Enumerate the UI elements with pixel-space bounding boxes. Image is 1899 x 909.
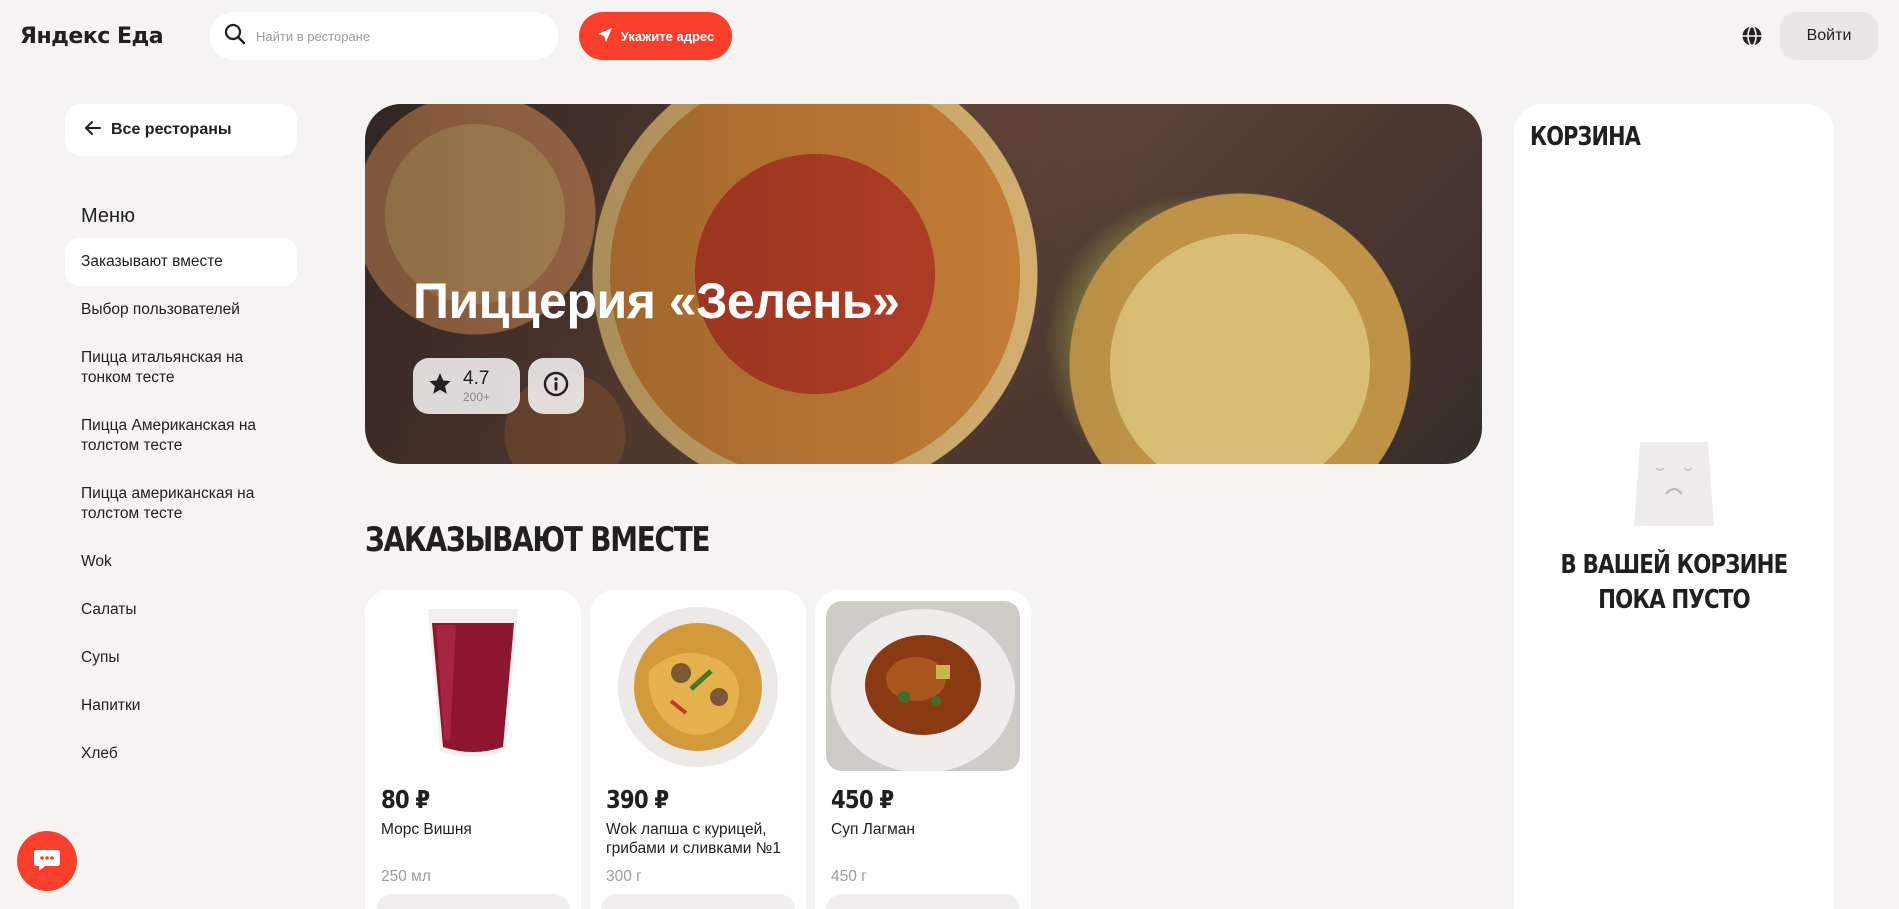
product-weight: 300 г <box>606 868 642 885</box>
cart-empty-line1: В ВАШЕЙ КОРЗИНЕ <box>1560 550 1789 580</box>
menu-title: Меню <box>81 205 136 227</box>
product-card[interactable]: 450 ₽ Суп Лагман 450 г <box>815 590 1031 909</box>
yandex-eda-logo[interactable]: Яндекс Еда <box>20 20 164 52</box>
set-address-label: Укажите адрес <box>620 28 715 44</box>
product-name: Морс Вишня <box>381 821 472 838</box>
add-to-cart-button[interactable] <box>601 894 795 909</box>
menu-item-soups[interactable]: Супы <box>65 634 297 682</box>
cart-empty-message: В ВАШЕЙ КОРЗИНЕ ПОКА ПУСТО <box>1543 548 1805 618</box>
add-to-cart-button[interactable] <box>826 894 1020 909</box>
product-card[interactable]: 390 ₽ Wok лапша с курицей, грибами и сли… <box>590 590 806 909</box>
restaurant-hero-banner: Пиццерия «Зелень» 4.7 200+ <box>365 104 1482 464</box>
product-card[interactable]: 80 ₽ Морс Вишня 250 мл <box>365 590 581 909</box>
product-price: 80 ₽ <box>381 785 430 814</box>
navigation-arrow-icon <box>597 27 613 46</box>
cart-empty-line2: ПОКА ПУСТО <box>1598 585 1751 615</box>
menu-item-american-thick-pizza[interactable]: Пицца Американская на толстом тесте <box>65 402 297 470</box>
menu-item-salads[interactable]: Салаты <box>65 586 297 634</box>
menu-item-users-choice[interactable]: Выбор пользователей <box>65 286 297 334</box>
menu-category-list: Заказывают вместе Выбор пользователей Пи… <box>65 238 297 778</box>
cart-panel: КОРЗИНА В ВАШЕЙ КОРЗИНЕ ПОКА ПУСТО <box>1514 104 1834 909</box>
product-name: Суп Лагман <box>831 821 915 838</box>
menu-item-american-thick-pizza-2[interactable]: Пицца американская на толстом тесте <box>65 470 297 538</box>
info-button[interactable] <box>528 358 584 414</box>
arrow-left-icon <box>83 118 103 143</box>
menu-item-ordered-together[interactable]: Заказывают вместе <box>65 238 297 286</box>
rating-button[interactable]: 4.7 200+ <box>413 358 520 414</box>
product-image-lagman-soup <box>826 601 1020 771</box>
set-address-button[interactable]: Укажите адрес <box>579 12 732 60</box>
sad-bag-icon <box>1626 438 1722 530</box>
globe-icon[interactable] <box>1740 24 1764 48</box>
product-weight: 250 мл <box>381 868 431 885</box>
logo-text: Яндекс Еда <box>20 23 164 49</box>
rating-count: 200+ <box>463 390 491 404</box>
add-to-cart-button[interactable] <box>376 894 570 909</box>
menu-item-bread[interactable]: Хлеб <box>65 730 297 778</box>
search-icon <box>224 23 246 50</box>
login-button[interactable]: Войти <box>1780 12 1878 60</box>
restaurant-search[interactable] <box>210 12 558 60</box>
menu-item-italian-thin-pizza[interactable]: Пицца итальянская на тонком тесте <box>65 334 297 402</box>
product-price: 390 ₽ <box>606 785 669 814</box>
star-icon <box>427 371 453 402</box>
product-image-cherry-drink <box>376 601 570 771</box>
product-price: 450 ₽ <box>831 785 894 814</box>
section-title: ЗАКАЗЫВАЮТ ВМЕСТЕ <box>365 520 711 560</box>
info-icon <box>542 370 570 403</box>
back-to-restaurants-button[interactable]: Все рестораны <box>65 104 297 156</box>
product-list: 80 ₽ Морс Вишня 250 мл 390 ₽ Wok лапша с… <box>365 590 1031 909</box>
menu-item-drinks[interactable]: Напитки <box>65 682 297 730</box>
product-weight: 450 г <box>831 868 867 885</box>
top-header: Яндекс Еда Укажите адрес Войти <box>0 0 1899 72</box>
rating-value: 4.7 <box>463 368 490 389</box>
cart-title: КОРЗИНА <box>1530 122 1641 152</box>
support-chat-button[interactable] <box>17 831 77 891</box>
restaurant-title: Пиццерия «Зелень» <box>413 273 900 329</box>
menu-item-wok[interactable]: Wok <box>65 538 297 586</box>
search-input[interactable] <box>256 28 536 44</box>
back-label: Все рестораны <box>111 121 232 138</box>
product-image-wok-noodles <box>601 601 795 771</box>
chat-icon <box>33 848 61 875</box>
product-name: Wok лапша с курицей, грибами и сливками … <box>606 821 781 857</box>
